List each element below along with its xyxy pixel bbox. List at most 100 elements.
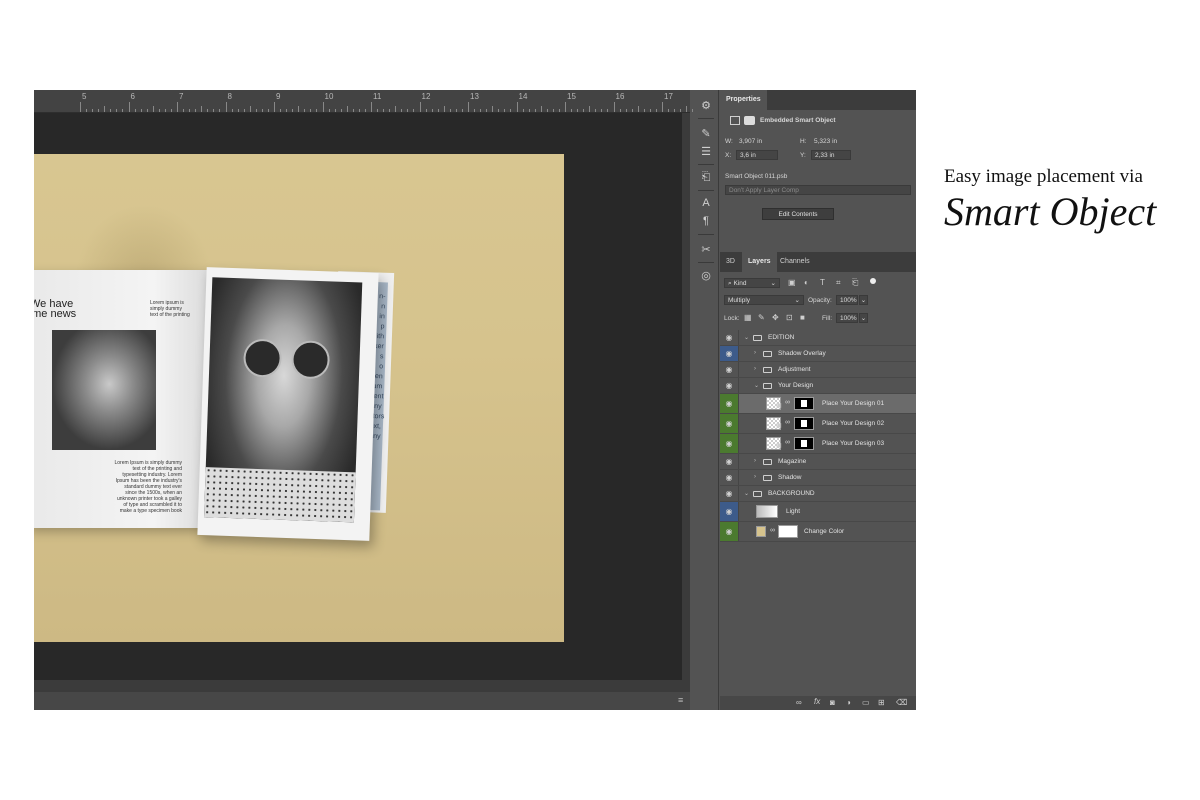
fill-color-thumbnail[interactable] [756, 526, 766, 537]
layer-name[interactable]: BACKGROUND [768, 490, 815, 497]
eye-icon[interactable]: ◉ [720, 522, 739, 541]
opacity-chevron-icon[interactable]: ⌄ [859, 295, 868, 305]
layer-name[interactable]: Adjustment [778, 366, 811, 373]
filter-shape-icon[interactable]: ⌗ [836, 278, 841, 288]
h-value[interactable]: 5,323 in [814, 138, 837, 145]
layer-row[interactable]: ◉ ▣ ∞ Place Your Design 01 [720, 394, 916, 414]
vertical-scrollbar[interactable] [682, 113, 690, 680]
lock-transparency-icon[interactable]: ▦ [744, 313, 752, 322]
brush-icon[interactable]: ✎ [697, 126, 715, 140]
layer-row[interactable]: ◉ Light [720, 502, 916, 522]
eye-icon[interactable]: ◉ [720, 394, 739, 413]
layer-row[interactable]: ◉ › Adjustment [720, 362, 916, 378]
properties-icon[interactable]: ⚙ [697, 98, 715, 112]
portrait-photo-left [52, 330, 156, 450]
eye-icon[interactable]: ◉ [720, 362, 739, 377]
tab-properties[interactable]: Properties [720, 90, 767, 110]
eye-icon[interactable]: ◉ [720, 346, 739, 361]
character-icon[interactable]: A [697, 196, 715, 210]
tab-channels[interactable]: Channels [774, 252, 816, 272]
libraries-icon[interactable]: ◎ [697, 268, 715, 282]
canvas-area[interactable]: We have ome news Lorem ipsum is simply d… [34, 113, 682, 680]
blend-mode-select[interactable]: Multiply ⌄ [724, 295, 804, 305]
trash-icon[interactable]: ⌫ [896, 698, 907, 707]
layer-name[interactable]: Light [786, 508, 800, 515]
eye-icon[interactable]: ◉ [720, 486, 739, 501]
layer-row[interactable]: ◉ ⌄ Your Design [720, 378, 916, 394]
chevron-right-icon[interactable]: › [754, 474, 756, 480]
link-icon[interactable]: ∞ [785, 399, 790, 406]
layer-mask-thumbnail[interactable] [794, 437, 814, 450]
chevron-right-icon[interactable]: › [754, 458, 756, 464]
lock-all-icon[interactable]: ■ [800, 313, 805, 322]
layer-name[interactable]: EDITION [768, 334, 794, 341]
layer-name[interactable]: Shadow Overlay [778, 350, 826, 357]
eye-icon[interactable]: ◉ [720, 434, 739, 453]
layer-row[interactable]: ◉ › Magazine [720, 454, 916, 470]
folder-icon[interactable]: ▭ [862, 698, 870, 707]
lock-artboard-icon[interactable]: ⊡ [786, 313, 793, 322]
tool-presets-icon[interactable]: ✂ [697, 242, 715, 256]
clone-source-icon[interactable]: ⎗ [697, 170, 715, 184]
filter-toggle-icon[interactable] [870, 278, 876, 284]
layer-name[interactable]: Your Design [778, 382, 813, 389]
paragraph-icon[interactable]: ¶ [697, 214, 715, 228]
chevron-right-icon[interactable]: › [754, 366, 756, 372]
layer-row[interactable]: ◉ ⌄ BACKGROUND [720, 486, 916, 502]
link-icon[interactable]: ∞ [770, 527, 775, 534]
edit-contents-button[interactable]: Edit Contents [762, 208, 834, 220]
x-field[interactable]: 3,6 in [736, 150, 778, 160]
layer-name[interactable]: Place Your Design 03 [822, 440, 884, 447]
new-layer-icon[interactable]: ⊞ [878, 698, 885, 707]
lock-position-icon[interactable]: ✥ [772, 313, 779, 322]
filter-pixel-icon[interactable]: ▣ [788, 278, 796, 287]
adjustment-icon[interactable]: ◑ [846, 698, 851, 707]
opacity-field[interactable]: 100% [836, 295, 858, 305]
filter-type-icon[interactable]: T [820, 278, 825, 287]
layer-name[interactable]: Shadow [778, 474, 802, 481]
lock-pixels-icon[interactable]: ✎ [758, 313, 765, 322]
fill-field[interactable]: 100% [836, 313, 858, 323]
chevron-down-icon[interactable]: ⌄ [744, 334, 749, 341]
layer-row[interactable]: ◉ ▣ ∞ Place Your Design 03 [720, 434, 916, 454]
layer-row[interactable]: ◉ › Shadow Overlay [720, 346, 916, 362]
chevron-right-icon[interactable]: › [754, 350, 756, 356]
eye-icon[interactable]: ◉ [720, 378, 739, 393]
horizontal-scrollbar[interactable] [34, 680, 690, 692]
fill-chevron-icon[interactable]: ⌄ [859, 313, 868, 323]
panel-menu-icon[interactable]: ≡ [678, 695, 683, 705]
layer-name[interactable]: Change Color [804, 528, 844, 535]
chevron-down-icon[interactable]: ⌄ [744, 490, 749, 497]
layer-mask-thumbnail[interactable] [794, 417, 814, 430]
link-icon[interactable]: ∞ [785, 439, 790, 446]
y-field[interactable]: 2,33 in [811, 150, 851, 160]
link-icon[interactable]: ∞ [796, 698, 802, 707]
filter-kind-select[interactable]: ⌕ Kind ⌄ [724, 278, 780, 288]
layer-row[interactable]: ◉ ⌄ EDITION [720, 330, 916, 346]
w-value[interactable]: 3,907 in [739, 138, 762, 145]
layer-name[interactable]: Place Your Design 01 [822, 400, 884, 407]
eye-icon[interactable]: ◉ [720, 502, 739, 521]
layer-row[interactable]: ◉ ▣ ∞ Place Your Design 02 [720, 414, 916, 434]
tab-3d[interactable]: 3D [720, 252, 741, 272]
link-icon[interactable]: ∞ [785, 419, 790, 426]
layer-thumbnail[interactable] [756, 505, 778, 518]
layer-name[interactable]: Place Your Design 02 [822, 420, 884, 427]
brush-settings-icon[interactable]: ☰ [697, 144, 715, 158]
mask-icon[interactable]: ◙ [830, 698, 835, 707]
fx-icon[interactable]: fx [814, 697, 820, 706]
layer-mask-thumbnail[interactable] [778, 525, 798, 538]
eye-icon[interactable]: ◉ [720, 454, 739, 469]
filter-smart-object-icon[interactable]: ⎗ [852, 278, 858, 288]
filter-adjustment-icon[interactable]: ◐ [804, 278, 809, 287]
eye-icon[interactable]: ◉ [720, 414, 739, 433]
chevron-down-icon[interactable]: ⌄ [754, 382, 759, 389]
layer-row[interactable]: ◉ ∞ Change Color [720, 522, 916, 542]
tab-layers[interactable]: Layers [742, 252, 777, 272]
layer-mask-thumbnail[interactable] [794, 397, 814, 410]
eye-icon[interactable]: ◉ [720, 330, 739, 345]
layer-row[interactable]: ◉ › Shadow [720, 470, 916, 486]
layer-comp-select[interactable]: Don't Apply Layer Comp [725, 185, 911, 195]
layer-name[interactable]: Magazine [778, 458, 806, 465]
eye-icon[interactable]: ◉ [720, 470, 739, 485]
